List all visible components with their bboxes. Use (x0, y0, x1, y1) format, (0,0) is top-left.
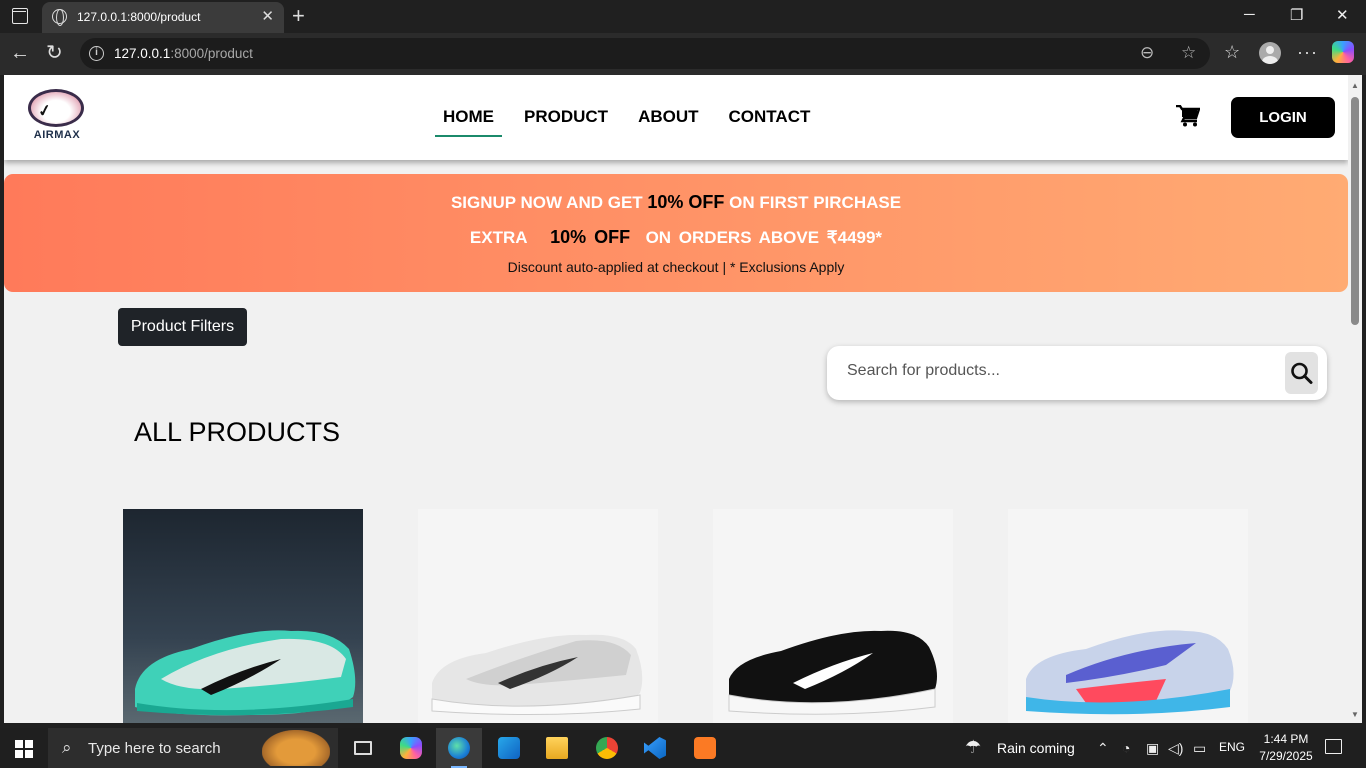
menu-item-product[interactable]: PRODUCT (516, 105, 616, 137)
meet-now-icon[interactable]: ▣ (1146, 740, 1159, 757)
search-icon (1291, 362, 1313, 384)
scroll-down-arrow-icon[interactable]: ▼ (1351, 710, 1359, 719)
windows-taskbar: ⌕ Type here to search ☂ Rain coming ⌃ ◔ … (0, 728, 1366, 768)
tab-title: 127.0.0.1:8000/product (77, 10, 201, 24)
main-menu: HOME PRODUCT ABOUT CONTACT (435, 105, 832, 137)
search-highlight-tiger-icon (262, 730, 330, 766)
shoe-image (728, 630, 937, 715)
product-search (827, 346, 1327, 400)
search-input[interactable] (847, 362, 1267, 380)
page-scrollbar[interactable]: ▲ ▼ (1348, 75, 1362, 723)
url-text: 127.0.0.1:8000/product (114, 46, 253, 61)
taskbar-chrome[interactable] (584, 728, 630, 768)
favorites-icon[interactable]: ☆ (1224, 42, 1240, 63)
language-indicator[interactable]: ENG (1219, 740, 1245, 754)
cart-icon[interactable] (1176, 105, 1200, 127)
menu-item-about[interactable]: ABOUT (630, 105, 706, 137)
taskbar-search-text: Type here to search (88, 740, 221, 757)
search-icon: ⌕ (62, 738, 72, 757)
outlook-icon (498, 737, 520, 759)
scroll-up-arrow-icon[interactable]: ▲ (1351, 81, 1359, 90)
shoe-image (1026, 630, 1234, 715)
menu-item-home[interactable]: HOME (435, 105, 502, 137)
restore-button[interactable]: ❐ (1290, 6, 1303, 24)
promo-note: Discount auto-applied at checkout | * Ex… (507, 259, 845, 275)
close-window-button[interactable]: ✕ (1336, 6, 1349, 24)
more-menu-icon[interactable]: ··· (1297, 42, 1318, 63)
taskbar-file-explorer[interactable] (534, 728, 580, 768)
taskbar-vscode[interactable] (632, 728, 678, 768)
taskbar-xampp[interactable] (682, 728, 728, 768)
folder-icon (546, 737, 568, 759)
browser-tab[interactable]: 127.0.0.1:8000/product ✕ (42, 2, 284, 33)
logo-text: AIRMAX (33, 129, 81, 141)
weather-text[interactable]: Rain coming (997, 740, 1075, 756)
copilot-icon[interactable] (1332, 41, 1354, 63)
back-arrow-icon[interactable]: ← (10, 42, 30, 64)
close-tab-icon[interactable]: ✕ (261, 7, 274, 25)
clock-time: 1:44 PM (1263, 732, 1309, 746)
promo-banner: SIGNUP NOW AND GET 10% OFF ON FIRST PIRC… (4, 174, 1348, 292)
taskbar-clock[interactable]: 1:44 PM 7/29/2025 (1255, 731, 1317, 765)
product-filters-button[interactable]: Product Filters (118, 308, 247, 346)
task-view-button[interactable] (340, 728, 386, 768)
shoe-image (431, 634, 643, 716)
product-card[interactable] (418, 509, 658, 723)
promo-line-1: SIGNUP NOW AND GET 10% OFF ON FIRST PIRC… (450, 192, 902, 212)
volume-icon[interactable]: ◁) (1168, 740, 1183, 757)
product-card[interactable] (713, 509, 953, 723)
shoe-image (135, 630, 356, 716)
profile-avatar-icon[interactable] (1259, 42, 1281, 64)
refresh-icon[interactable]: ↻ (46, 42, 63, 64)
menu-item-contact[interactable]: CONTACT (721, 105, 819, 137)
new-tab-button[interactable]: + (292, 3, 305, 29)
edge-icon (448, 737, 470, 759)
scrollbar-thumb[interactable] (1351, 97, 1359, 325)
browser-toolbar: ← ↻ i 127.0.0.1:8000/product ⊖ ☆ ☆ ··· (0, 33, 1366, 75)
chrome-icon (596, 737, 618, 759)
windows-start-icon[interactable] (15, 740, 33, 758)
promo-line-2: EXTRA 10% OFF ON ORDERS ABOVE ₹4499* (469, 227, 883, 247)
tab-actions-icon[interactable] (12, 8, 28, 24)
battery-icon[interactable]: ▭ (1193, 740, 1206, 757)
network-icon[interactable]: ◔ (1122, 740, 1130, 756)
clock-date: 7/29/2025 (1259, 749, 1313, 763)
globe-icon (52, 9, 67, 26)
site-info-icon[interactable]: i (89, 46, 104, 61)
xampp-icon (694, 737, 716, 759)
airmax-logo[interactable]: ✓ AIRMAX (26, 89, 88, 143)
address-bar[interactable]: i 127.0.0.1:8000/product ⊖ ☆ (80, 38, 1210, 69)
page-viewport: ✓ AIRMAX HOME PRODUCT ABOUT CONTACT LOGI… (4, 75, 1348, 723)
notification-icon[interactable] (1325, 739, 1342, 754)
reading-mode-icon[interactable]: ⊖ (1140, 43, 1154, 63)
section-title: ALL PRODUCTS (134, 417, 341, 447)
search-button[interactable] (1285, 352, 1318, 394)
product-card[interactable] (1008, 509, 1248, 723)
product-card[interactable] (123, 509, 363, 723)
task-view-icon (354, 741, 372, 755)
browser-tab-bar: 127.0.0.1:8000/product ✕ + ─ ❐ ✕ (0, 0, 1366, 33)
chevron-up-icon[interactable]: ⌃ (1097, 740, 1109, 757)
taskbar-copilot[interactable] (388, 728, 434, 768)
vscode-icon (644, 737, 666, 759)
umbrella-weather-icon[interactable]: ☂ (965, 737, 981, 758)
login-button[interactable]: LOGIN (1231, 97, 1335, 138)
taskbar-outlook[interactable] (486, 728, 532, 768)
taskbar-edge[interactable] (436, 728, 482, 768)
minimize-button[interactable]: ─ (1244, 6, 1255, 23)
copilot-icon (400, 737, 422, 759)
site-header: ✓ AIRMAX HOME PRODUCT ABOUT CONTACT LOGI… (4, 75, 1348, 160)
favorite-star-icon[interactable]: ☆ (1181, 43, 1196, 63)
